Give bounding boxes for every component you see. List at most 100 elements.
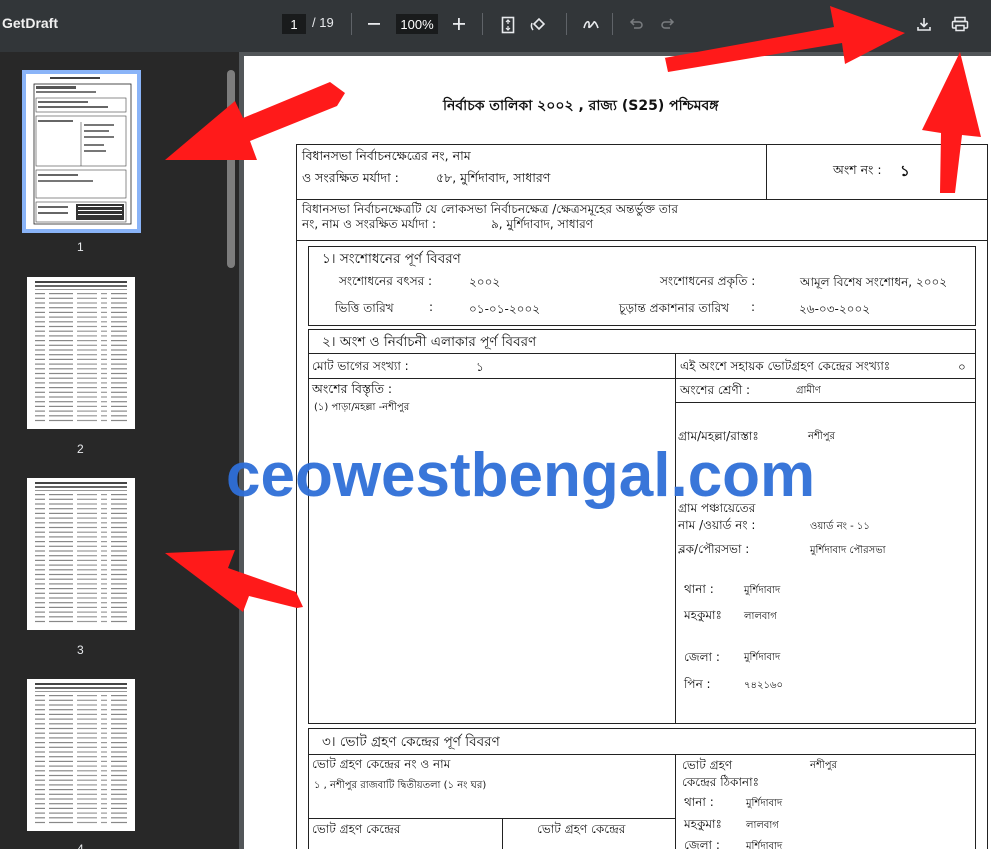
sections-count-value: ১ — [476, 360, 484, 374]
thumbnail-line — [101, 503, 107, 505]
thumbnail-line — [111, 358, 127, 360]
thumbnail-line — [111, 611, 127, 613]
thumbnail-line — [111, 723, 127, 725]
thumbnail-line — [49, 325, 73, 328]
print-icon — [951, 16, 969, 32]
thumbnail-line — [101, 302, 107, 304]
page-number-input[interactable]: 1 — [282, 14, 306, 34]
thumbnail-line — [101, 508, 107, 510]
thumbnail-line — [49, 760, 73, 762]
thumbnail-line — [101, 779, 107, 781]
thumbnail-line — [49, 737, 73, 739]
thumbnail-line — [77, 592, 97, 594]
thumbnail-line — [35, 564, 45, 566]
thumbnail-line — [77, 307, 97, 309]
thumbnail-line — [49, 784, 73, 786]
thumbnail-line — [35, 325, 45, 328]
thumbnail-line — [49, 583, 73, 585]
thumbnail-line — [77, 293, 97, 295]
annotate-button[interactable] — [579, 13, 603, 37]
thumbnail-line — [35, 798, 45, 800]
thumbnail-line — [35, 363, 45, 365]
thumbnail-line — [101, 387, 107, 389]
undo-button[interactable] — [626, 14, 646, 34]
thumbnail-page-2[interactable] — [27, 277, 135, 429]
thumbnail-line — [111, 335, 127, 337]
thumbnail-line — [77, 358, 97, 360]
thumbnail-line — [35, 592, 45, 594]
thumbnail-line — [35, 340, 45, 342]
thumbnail-line — [49, 597, 73, 599]
thumbnail-line — [101, 512, 107, 514]
download-button[interactable] — [913, 13, 935, 35]
thumbnail-line — [111, 555, 127, 557]
toolbar-divider — [566, 13, 567, 35]
thumbnail-line — [111, 559, 127, 561]
zoom-out-icon — [368, 23, 380, 25]
thumbnail-line — [111, 311, 127, 313]
thumbnail-line — [49, 541, 73, 543]
block-label: ব্লক/পৌরসভা : — [678, 542, 750, 556]
thumbnail-line — [101, 526, 107, 529]
thumbnail-line — [49, 508, 73, 510]
thumbnail-line — [35, 699, 45, 701]
thumbnail-line — [77, 344, 97, 346]
zoom-in-button[interactable] — [449, 14, 469, 34]
thumbnail-line — [101, 372, 107, 375]
thumbnail-line — [111, 732, 127, 734]
thumbnail-line — [111, 803, 127, 805]
thumbnail-line — [111, 760, 127, 762]
thumbnail-line — [49, 569, 73, 571]
thumbnail-line — [49, 330, 73, 332]
thumbnail-line — [101, 307, 107, 309]
fit-page-button[interactable] — [497, 14, 519, 36]
sidebar-scrollbar-thumb[interactable] — [227, 70, 235, 268]
rotate-button[interactable] — [527, 13, 551, 37]
thumbnail-line — [77, 512, 97, 514]
thumbnail-line — [77, 597, 97, 599]
thumbnail-line — [49, 695, 73, 697]
category-label: অংশের শ্রেণী : — [680, 383, 751, 397]
thumbnail-line — [49, 727, 73, 730]
redo-button[interactable] — [658, 14, 678, 34]
thumbnail-line — [49, 498, 73, 500]
thumbnail-preview — [35, 683, 127, 824]
thumbnail-line — [101, 555, 107, 557]
thumbnail-line — [77, 335, 97, 337]
thumbnail-line — [101, 358, 107, 360]
thumbnail-line — [77, 789, 97, 791]
thumbnail-line — [35, 550, 45, 552]
extent-value: (১) পাড়া/মহল্লা -নশীপুর — [314, 402, 410, 413]
thumbnail-line — [49, 774, 73, 777]
thumbnail-line — [111, 746, 127, 748]
thumbnail-line — [111, 526, 127, 529]
thumbnail-page-3[interactable] — [27, 478, 135, 630]
thumbnail-line — [111, 536, 127, 538]
thumbnail-line — [35, 321, 45, 323]
thumbnail-line — [77, 817, 97, 819]
thumbnail-line — [101, 695, 107, 697]
thumbnail-page-1[interactable] — [26, 74, 137, 229]
thumbnail-line — [111, 569, 127, 571]
thumbnail-line — [49, 555, 73, 557]
thumbnail-line — [35, 281, 127, 283]
thumbnail-line — [49, 742, 73, 744]
thumbnail-line — [111, 812, 127, 814]
thumbnail-line — [49, 704, 73, 706]
thumbnail-line — [111, 756, 127, 758]
zoom-in-icon — [453, 18, 465, 30]
zoom-out-button[interactable] — [364, 14, 384, 34]
thumbnail-line — [111, 512, 127, 514]
zoom-input[interactable]: 100% — [396, 14, 438, 34]
undo-icon — [629, 18, 643, 29]
thumbnail-line — [77, 798, 97, 800]
print-button[interactable] — [948, 13, 972, 35]
thumbnail-line — [111, 330, 127, 332]
thumbnail-line — [101, 760, 107, 762]
thumbnail-line — [111, 718, 127, 720]
thumbnail-line — [101, 354, 107, 356]
thumbnail-page-4[interactable] — [27, 679, 135, 831]
thumbnail-line — [35, 490, 127, 491]
thumbnail-line — [101, 405, 107, 407]
thumbnail-line — [101, 620, 107, 623]
